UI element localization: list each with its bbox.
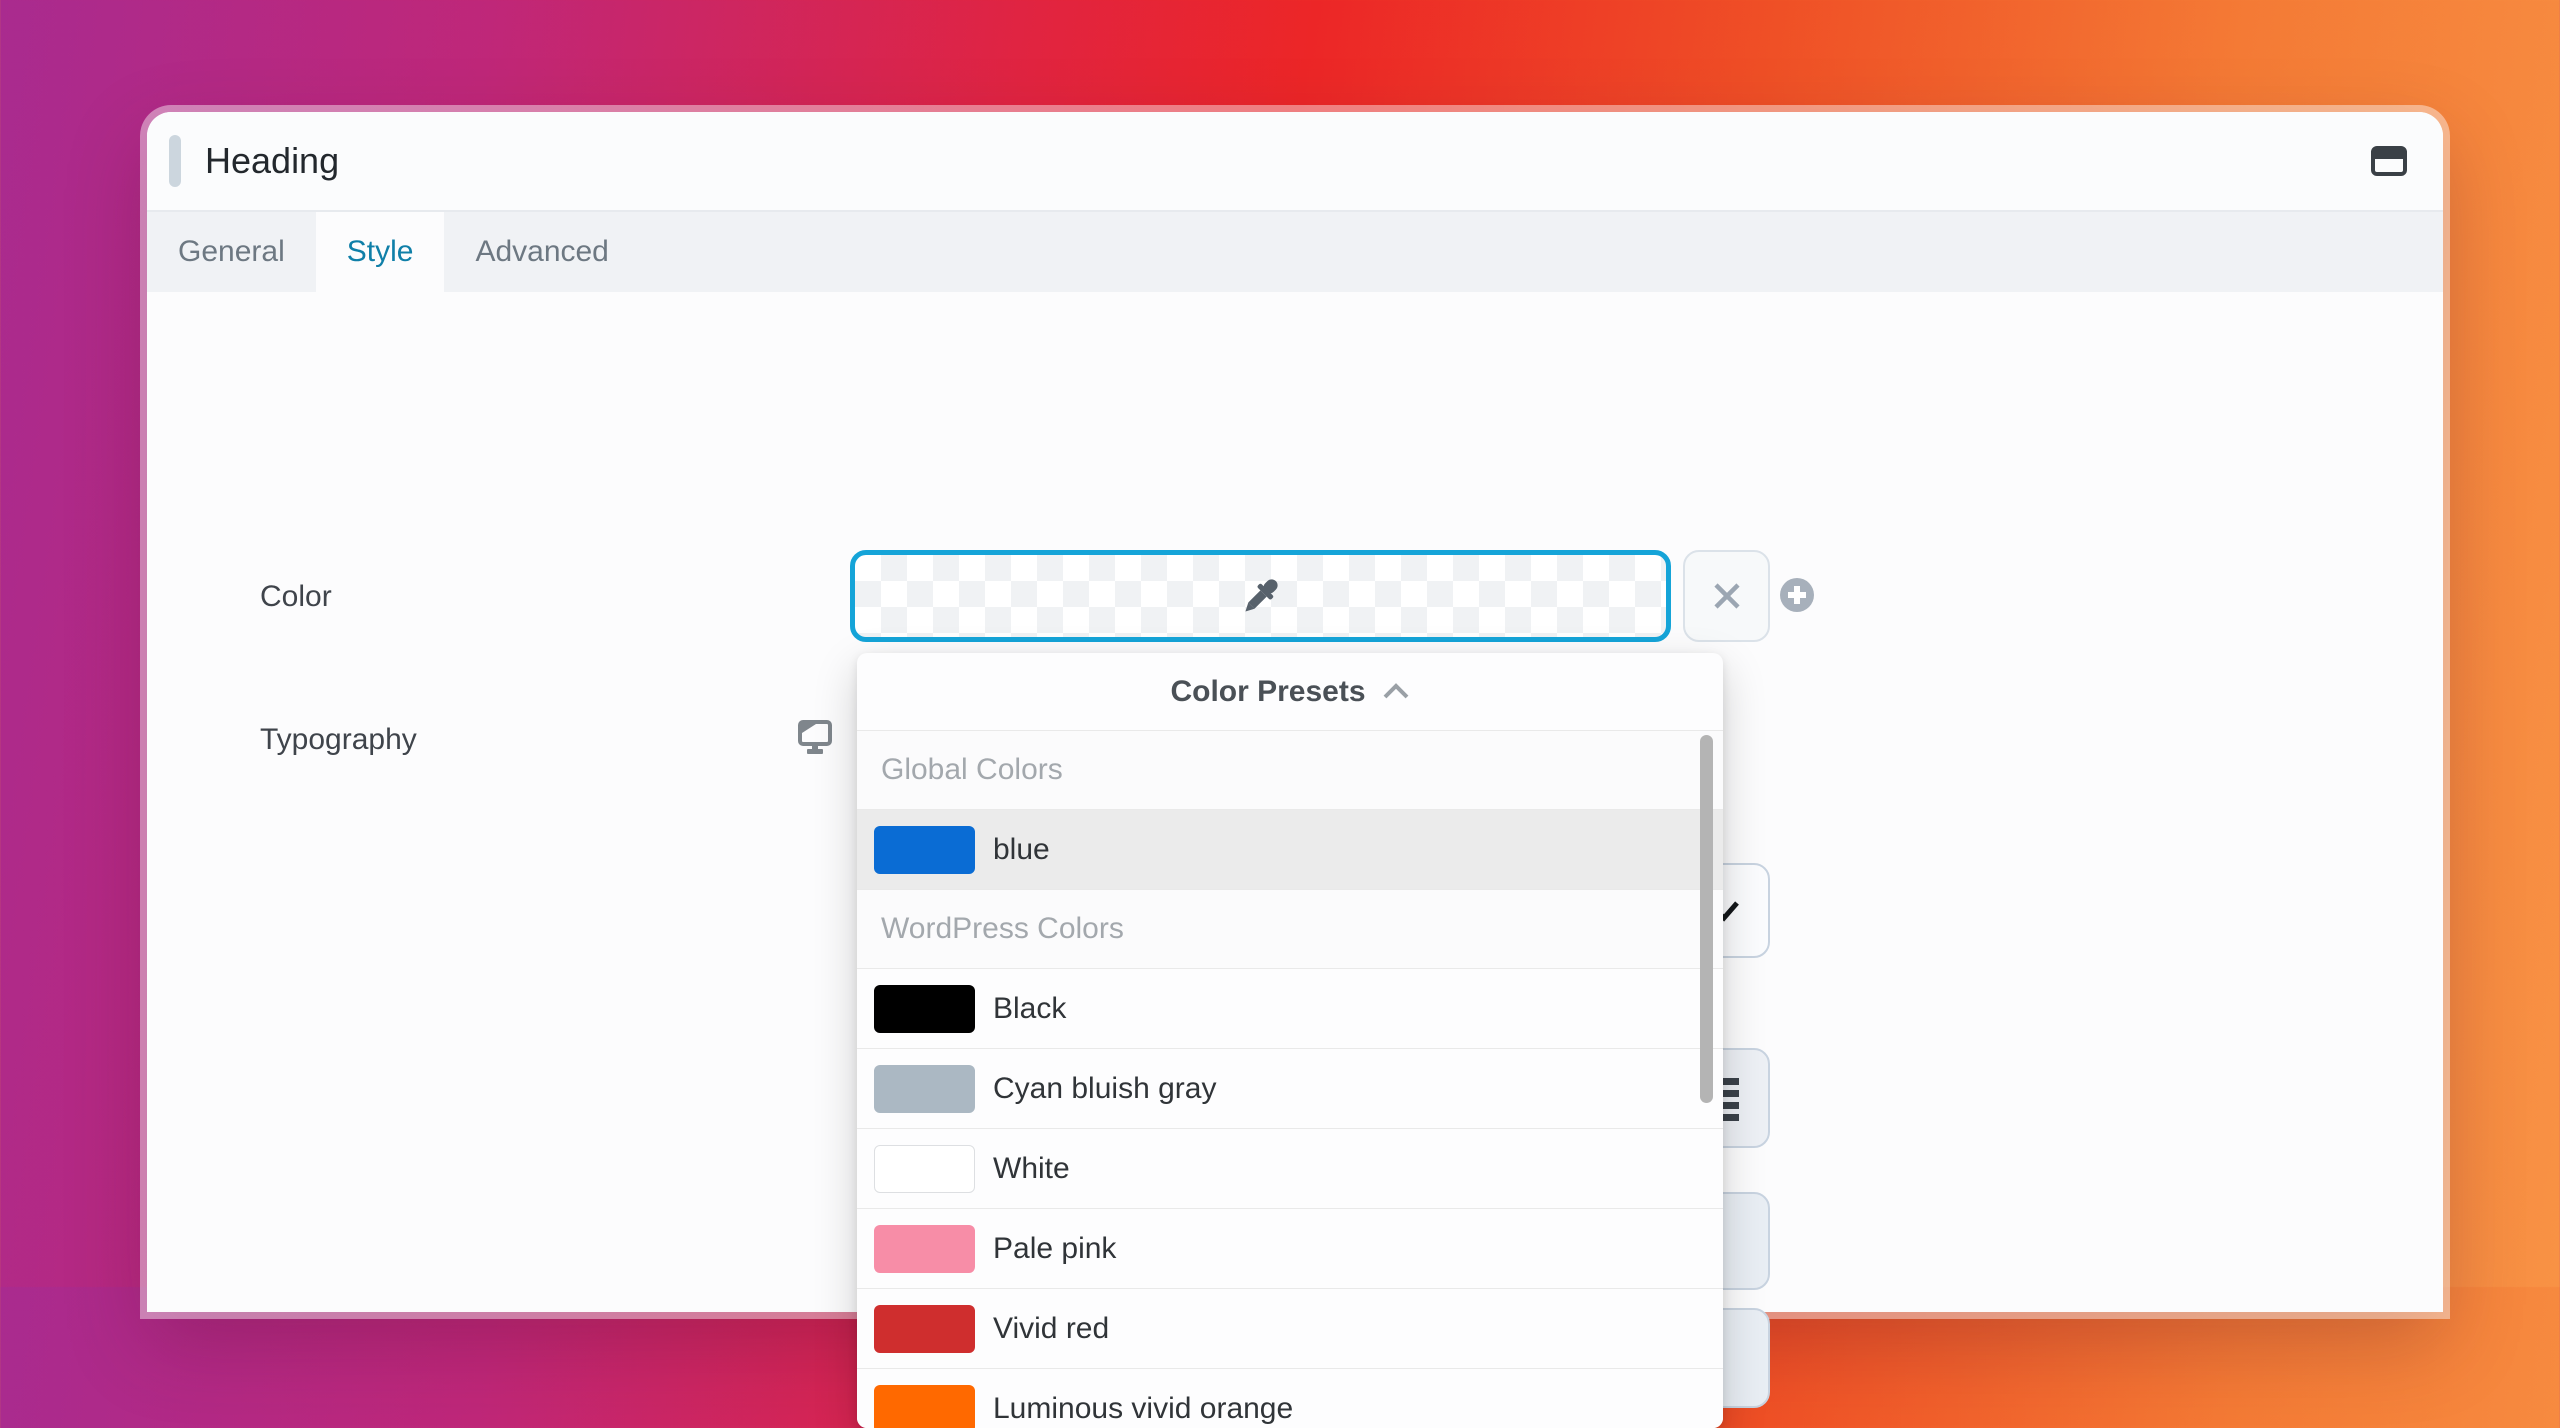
preset-row-white[interactable]: White <box>857 1129 1723 1209</box>
color-label: Color <box>260 580 332 614</box>
color-swatch <box>874 1065 975 1113</box>
preset-row-luminous-vivid-orange[interactable]: Luminous vivid orange <box>857 1369 1723 1428</box>
style-tab-content: Color Typography <box>147 292 2443 1312</box>
preset-row-cyan-bluish-gray[interactable]: Cyan bluish gray <box>857 1049 1723 1129</box>
color-swatch <box>874 1225 975 1273</box>
panel-header: Heading <box>147 112 2443 212</box>
x-icon <box>1710 579 1744 613</box>
preset-label: Luminous vivid orange <box>993 1392 1293 1426</box>
tab-bar: General Style Advanced <box>147 212 2443 292</box>
tab-advanced[interactable]: Advanced <box>444 212 639 292</box>
preset-row-vivid-red[interactable]: Vivid red <box>857 1289 1723 1369</box>
color-presets-toggle[interactable]: Color Presets <box>857 653 1723 730</box>
preset-row-black[interactable]: Black <box>857 969 1723 1049</box>
color-swatch <box>874 826 975 874</box>
color-picker-input[interactable] <box>850 550 1671 642</box>
color-swatch <box>874 1385 975 1428</box>
section-label: Global Colors <box>881 753 1063 787</box>
color-swatch <box>874 985 975 1033</box>
color-swatch <box>874 1305 975 1353</box>
clear-color-button[interactable] <box>1683 550 1770 642</box>
color-swatch <box>874 1145 975 1193</box>
typography-label: Typography <box>260 723 417 757</box>
preset-row-blue[interactable]: blue <box>857 810 1723 890</box>
preset-label: Pale pink <box>993 1232 1116 1266</box>
preset-label: blue <box>993 833 1050 867</box>
panel-title: Heading <box>205 140 2371 182</box>
drag-handle[interactable] <box>169 135 181 187</box>
desktop-monitor-icon[interactable] <box>798 720 832 756</box>
color-presets-dropdown: Color Presets Global Colors blue WordPre… <box>857 653 1723 1428</box>
preset-section-global: Global Colors <box>857 730 1723 810</box>
preset-label: Vivid red <box>993 1312 1109 1346</box>
preset-section-wordpress: WordPress Colors <box>857 890 1723 969</box>
preset-label: Black <box>993 992 1066 1026</box>
plus-icon <box>1787 585 1807 605</box>
window-icon[interactable] <box>2371 146 2407 176</box>
add-color-button[interactable] <box>1780 578 1814 612</box>
preset-label: White <box>993 1152 1070 1186</box>
tab-general[interactable]: General <box>147 212 316 292</box>
chevron-up-icon <box>1382 683 1410 700</box>
dropdown-scrollbar[interactable] <box>1700 735 1713 1103</box>
preset-label: Cyan bluish gray <box>993 1072 1216 1106</box>
eyedropper-icon <box>1237 572 1285 620</box>
tab-style[interactable]: Style <box>316 212 445 292</box>
section-label: WordPress Colors <box>881 912 1124 946</box>
color-presets-title: Color Presets <box>1170 675 1365 709</box>
widget-settings-panel: Heading General Style Advanced Color Typ… <box>147 112 2443 1312</box>
preset-row-pale-pink[interactable]: Pale pink <box>857 1209 1723 1289</box>
